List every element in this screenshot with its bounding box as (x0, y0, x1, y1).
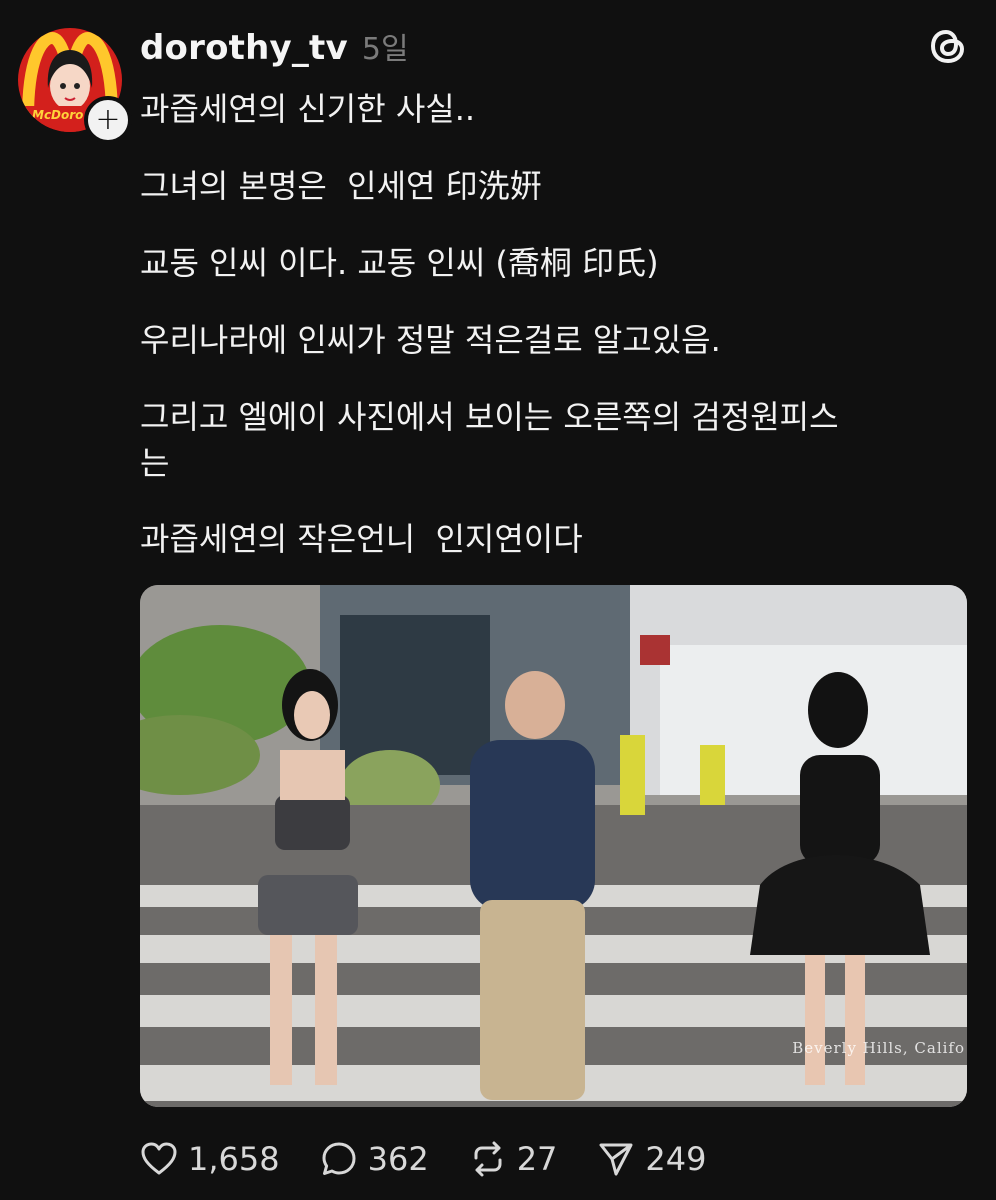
repost-button[interactable]: 27 (469, 1140, 558, 1178)
repost-icon (474, 1141, 502, 1177)
post-paragraph: 그녀의 본명은 인세연 印洗姸 (140, 167, 542, 205)
action-bar: 1,658 362 27 249 (140, 1140, 746, 1178)
send-icon (599, 1143, 633, 1176)
like-button[interactable]: 1,658 (140, 1140, 280, 1178)
avatar-brand-text: McDoro (32, 108, 84, 122)
share-button[interactable]: 249 (597, 1140, 706, 1178)
reply-count: 362 (367, 1140, 429, 1178)
post-paragraph: 그리고 엘에이 사진에서 보이는 오른쪽의 검정원피스 는 (140, 398, 839, 482)
post-header: dorothy_tv 5일 (140, 24, 409, 68)
post-paragraph: 과즙세연의 작은언니 인지연이다 (140, 520, 583, 558)
image-watermark: Beverly Hills, Califo (792, 1039, 965, 1057)
share-count: 249 (645, 1140, 707, 1178)
post-paragraph: 교동 인씨 이다. 교동 인씨 (喬桐 印氏) (140, 244, 659, 282)
follow-button[interactable]: + (84, 96, 132, 144)
comment-icon (322, 1142, 356, 1175)
street-photo-illustration (140, 585, 967, 1107)
post-paragraph: 과즙세연의 신기한 사실.. (140, 90, 476, 128)
repost-count: 27 (516, 1140, 558, 1178)
like-count: 1,658 (188, 1140, 280, 1178)
timestamp: 5일 (361, 32, 409, 67)
reply-button[interactable]: 362 (320, 1140, 429, 1178)
username[interactable]: dorothy_tv (140, 28, 348, 68)
post-body: 과즙세연의 신기한 사실.. 그녀의 본명은 인세연 印洗姸 교동 인씨 이다.… (140, 86, 960, 593)
threads-logo-icon[interactable] (926, 24, 970, 68)
post-paragraph: 우리나라에 인씨가 정말 적은걸로 알고있음. (140, 321, 721, 359)
heart-icon (141, 1142, 177, 1175)
post-image[interactable]: Beverly Hills, Califo (140, 585, 967, 1107)
